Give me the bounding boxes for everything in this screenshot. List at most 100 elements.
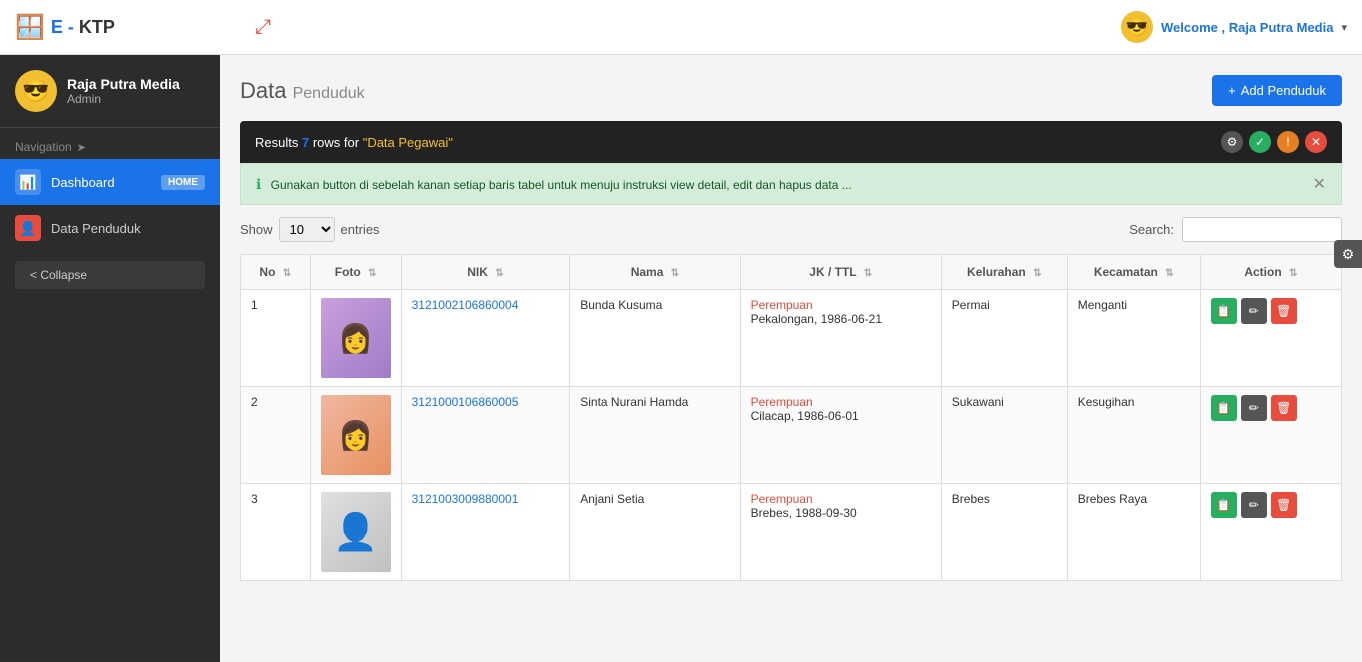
- sidebar-nav-label: Navigation ➤: [0, 128, 220, 159]
- cell-kelurahan-1: Permai: [941, 290, 1067, 387]
- action-btns-1: 📋 ✏ 🗑: [1211, 298, 1331, 324]
- sidebar-role: Admin: [67, 92, 180, 106]
- cell-nama-3: Anjani Setia: [570, 484, 740, 581]
- cell-no-3: 3: [241, 484, 311, 581]
- cell-foto-1: 👩: [310, 290, 401, 387]
- sidebar-item-dashboard[interactable]: 📊 Dashboard HOME: [0, 159, 220, 205]
- table-row: 3 👤 3121003009880001 Anjani Setia Peremp…: [241, 484, 1342, 581]
- result-icon-close[interactable]: ✕: [1305, 131, 1327, 153]
- foto-img-1: 👩: [321, 298, 391, 378]
- main-content: Data Penduduk + Add Penduduk Results 7 r…: [220, 55, 1362, 662]
- col-foto: Foto ⇅: [310, 255, 401, 290]
- compress-icon[interactable]: ⤢: [255, 16, 271, 39]
- cell-nama-2: Sinta Nurani Hamda: [570, 387, 740, 484]
- result-text: Results 7 rows for "Data Pegawai": [255, 135, 453, 150]
- nav-arrow-icon: ➤: [77, 141, 86, 154]
- brand: 🪟 E - KTP: [15, 13, 235, 42]
- col-jk-ttl: JK / TTL ⇅: [740, 255, 941, 290]
- top-navbar: 🪟 E - KTP ⤢ 😎 Welcome , Raja Putra Media…: [0, 0, 1362, 55]
- cell-jk-1: Perempuan Pekalongan, 1986-06-21: [740, 290, 941, 387]
- welcome-text: Welcome , Raja Putra Media: [1161, 20, 1333, 35]
- info-alert-text: ℹ Gunakan button di sebelah kanan setiap…: [256, 176, 852, 193]
- sidebar-username: Raja Putra Media: [67, 76, 180, 92]
- nik-link-3[interactable]: 3121003009880001: [412, 492, 519, 506]
- results-icons: ⚙ ✓ ! ✕: [1221, 131, 1327, 153]
- info-alert: ℹ Gunakan button di sebelah kanan setiap…: [240, 163, 1342, 205]
- page-title: Data Penduduk: [240, 78, 365, 104]
- gear-icon-fixed[interactable]: ⚙: [1334, 240, 1362, 268]
- cell-kecamatan-2: Kesugihan: [1067, 387, 1200, 484]
- data-penduduk-icon: 👤: [15, 215, 41, 241]
- sidebar: 😎 Raja Putra Media Admin Navigation ➤ 📊 …: [0, 55, 220, 662]
- search-input[interactable]: [1182, 217, 1342, 242]
- home-badge: HOME: [161, 175, 205, 190]
- sidebar-avatar: 😎: [15, 70, 57, 112]
- action-btns-2: 📋 ✏ 🗑: [1211, 395, 1331, 421]
- col-kecamatan: Kecamatan ⇅: [1067, 255, 1200, 290]
- table-row: 1 👩 3121002106860004 Bunda Kusuma Peremp…: [241, 290, 1342, 387]
- cell-no-1: 1: [241, 290, 311, 387]
- add-penduduk-button[interactable]: + Add Penduduk: [1212, 75, 1342, 106]
- foto-img-3: 👤: [321, 492, 391, 572]
- result-icon-gear[interactable]: ⚙: [1221, 131, 1243, 153]
- data-penduduk-label: Data Penduduk: [51, 221, 205, 236]
- avatar-top: 😎: [1121, 11, 1153, 43]
- cell-action-1: 📋 ✏ 🗑: [1200, 290, 1341, 387]
- sidebar-user-info: Raja Putra Media Admin: [67, 76, 180, 106]
- table-row: 2 👩 3121000106860005 Sinta Nurani Hamda …: [241, 387, 1342, 484]
- right-area: 😎 Welcome , Raja Putra Media ▾: [1121, 11, 1347, 43]
- edit-btn-1[interactable]: ✏: [1241, 298, 1267, 324]
- col-action: Action ⇅: [1200, 255, 1341, 290]
- table-controls: Show 10 25 50 100 entries Search:: [240, 217, 1342, 242]
- result-icon-warning[interactable]: !: [1277, 131, 1299, 153]
- center-area: ⤢: [235, 16, 1121, 39]
- view-btn-1[interactable]: 📋: [1211, 298, 1237, 324]
- windows-icon: 🪟: [15, 13, 45, 42]
- cell-nik-3: 3121003009880001: [401, 484, 570, 581]
- dashboard-icon: 📊: [15, 169, 41, 195]
- col-nama: Nama ⇅: [570, 255, 740, 290]
- nik-link-1[interactable]: 3121002106860004: [412, 298, 519, 312]
- col-no: No ⇅: [241, 255, 311, 290]
- delete-btn-1[interactable]: 🗑: [1271, 298, 1297, 324]
- cell-kecamatan-1: Menganti: [1067, 290, 1200, 387]
- close-alert-button[interactable]: ✕: [1313, 174, 1326, 194]
- cell-jk-2: Perempuan Cilacap, 1986-06-01: [740, 387, 941, 484]
- action-btns-3: 📋 ✏ 🗑: [1211, 492, 1331, 518]
- results-bar: Results 7 rows for "Data Pegawai" ⚙ ✓ ! …: [240, 121, 1342, 163]
- edit-btn-3[interactable]: ✏: [1241, 492, 1267, 518]
- page-header: Data Penduduk + Add Penduduk: [240, 75, 1342, 106]
- view-btn-3[interactable]: 📋: [1211, 492, 1237, 518]
- entries-select[interactable]: 10 25 50 100: [279, 217, 335, 242]
- cell-jk-3: Perempuan Brebes, 1988-09-30: [740, 484, 941, 581]
- edit-btn-2[interactable]: ✏: [1241, 395, 1267, 421]
- sidebar-user: 😎 Raja Putra Media Admin: [0, 55, 220, 128]
- cell-action-3: 📋 ✏ 🗑: [1200, 484, 1341, 581]
- view-btn-2[interactable]: 📋: [1211, 395, 1237, 421]
- foto-img-2: 👩: [321, 395, 391, 475]
- result-icon-check[interactable]: ✓: [1249, 131, 1271, 153]
- sidebar-item-data-penduduk[interactable]: 👤 Data Penduduk: [0, 205, 220, 251]
- table-header-row: No ⇅ Foto ⇅ NIK ⇅ Nama ⇅ JK / TTL ⇅ Kelu…: [241, 255, 1342, 290]
- info-icon: ℹ: [256, 176, 261, 192]
- cell-foto-3: 👤: [310, 484, 401, 581]
- cell-nama-1: Bunda Kusuma: [570, 290, 740, 387]
- add-btn-label: Add Penduduk: [1241, 83, 1326, 98]
- cell-kelurahan-3: Brebes: [941, 484, 1067, 581]
- delete-btn-2[interactable]: 🗑: [1271, 395, 1297, 421]
- delete-btn-3[interactable]: 🗑: [1271, 492, 1297, 518]
- user-dropdown-arrow[interactable]: ▾: [1341, 21, 1347, 34]
- cell-foto-2: 👩: [310, 387, 401, 484]
- plus-icon: +: [1228, 83, 1236, 98]
- nik-link-2[interactable]: 3121000106860005: [412, 395, 519, 409]
- search-area: Search:: [1129, 217, 1342, 242]
- cell-nik-1: 3121002106860004: [401, 290, 570, 387]
- dashboard-label: Dashboard: [51, 175, 151, 190]
- brand-text: E - KTP: [51, 17, 115, 38]
- cell-action-2: 📋 ✏ 🗑: [1200, 387, 1341, 484]
- col-nik: NIK ⇅: [401, 255, 570, 290]
- cell-nik-2: 3121000106860005: [401, 387, 570, 484]
- show-entries: Show 10 25 50 100 entries: [240, 217, 380, 242]
- collapse-button[interactable]: < Collapse: [15, 261, 205, 289]
- app-body: 😎 Raja Putra Media Admin Navigation ➤ 📊 …: [0, 55, 1362, 662]
